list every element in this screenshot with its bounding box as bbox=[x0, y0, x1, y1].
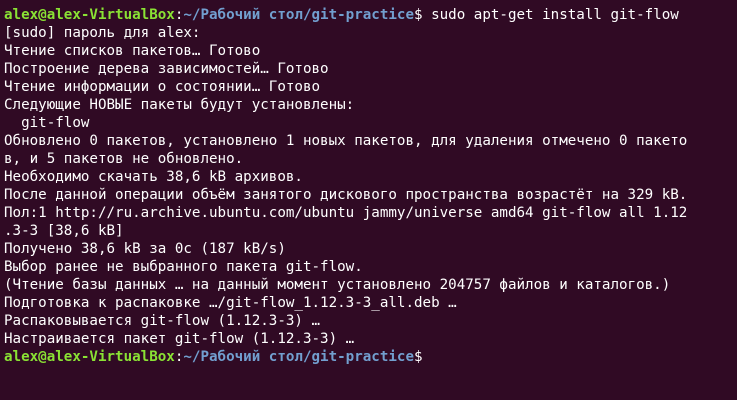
output-line: [sudo] пароль для alex: bbox=[4, 25, 201, 41]
output-line: (Чтение базы данных … на данный момент у… bbox=[4, 277, 671, 293]
output-line: Настраивается пакет git-flow (1.12.3-3) … bbox=[4, 331, 355, 347]
output-line: Пол:1 http://ru.archive.ubuntu.com/ubunt… bbox=[4, 205, 688, 221]
prompt-user-host: alex@alex-VirtualBox bbox=[4, 7, 175, 23]
output-line: Чтение информации о состоянии… Готово bbox=[4, 79, 321, 95]
output-line: Распаковывается git-flow (1.12.3-3) … bbox=[4, 313, 321, 329]
prompt-path: ~/Рабочий стол/git-practice bbox=[183, 349, 415, 365]
prompt-symbol: $ bbox=[414, 349, 423, 365]
command-prompt-line: alex@alex-VirtualBox:~/Рабочий стол/git-… bbox=[4, 6, 737, 24]
prompt-symbol: $ bbox=[414, 7, 423, 23]
output-line: Чтение списков пакетов… Готово bbox=[4, 43, 261, 59]
output-line: Подготовка к распаковке …/git-flow_1.12.… bbox=[4, 295, 457, 311]
output-line: Получено 38,6 kB за 0с (187 kB/s) bbox=[4, 241, 286, 257]
current-prompt-line[interactable]: alex@alex-VirtualBox:~/Рабочий стол/git-… bbox=[4, 348, 737, 366]
output-line: .3-3 [38,6 kB] bbox=[4, 223, 124, 239]
output-line: в, и 5 пакетов не обновлено. bbox=[4, 151, 244, 167]
output-line: Выбор ранее не выбранного пакета git-flo… bbox=[4, 259, 363, 275]
output-line: Следующие НОВЫЕ пакеты будут установлены… bbox=[4, 97, 355, 113]
prompt-user-host: alex@alex-VirtualBox bbox=[4, 349, 175, 365]
terminal-window[interactable]: alex@alex-VirtualBox:~/Рабочий стол/git-… bbox=[0, 0, 737, 400]
output-line: Необходимо скачать 38,6 kB архивов. bbox=[4, 169, 303, 185]
entered-command: sudo apt-get install git-flow bbox=[422, 7, 679, 23]
text-cursor bbox=[423, 348, 431, 364]
output-line: Обновлено 0 пакетов, установлено 1 новых… bbox=[4, 133, 688, 149]
prompt-path: ~/Рабочий стол/git-practice bbox=[183, 7, 415, 23]
output-line: Построение дерева зависимостей… Готово bbox=[4, 61, 329, 77]
output-line: После данной операции объём занятого дис… bbox=[4, 187, 688, 203]
output-line: git-flow bbox=[4, 115, 90, 131]
